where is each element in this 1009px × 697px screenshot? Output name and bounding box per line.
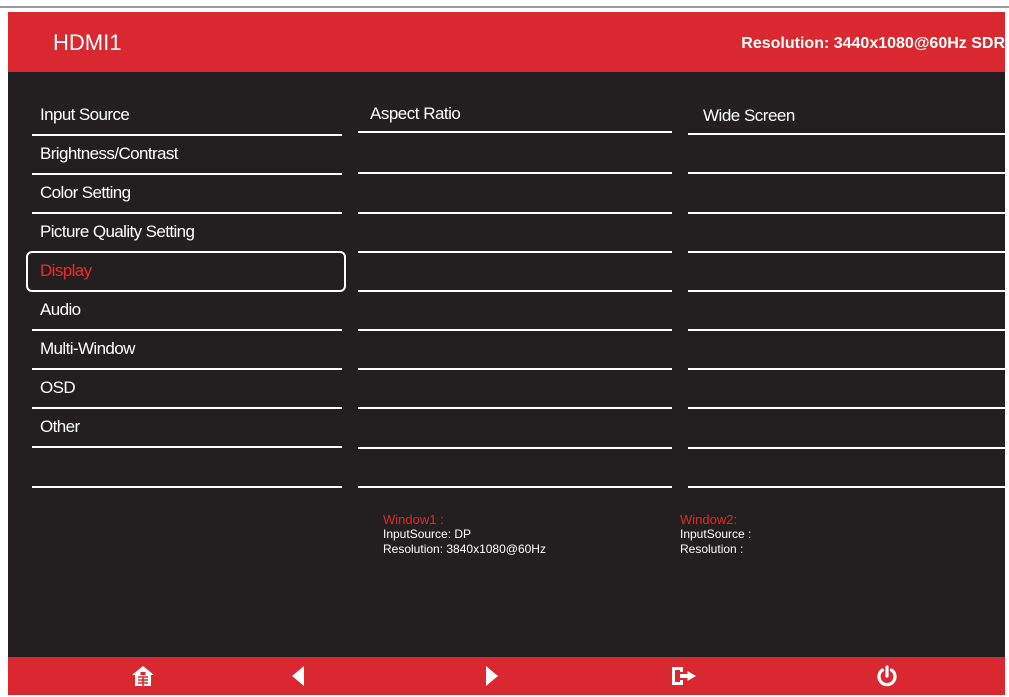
- option-wide-screen[interactable]: Wide Screen: [688, 96, 1005, 135]
- option-row-divider: [688, 407, 1005, 409]
- exit-icon: [672, 667, 696, 685]
- window1-resolution: Resolution: 3840x1080@60Hz: [383, 542, 546, 556]
- submenu-row-divider: [358, 407, 672, 409]
- submenu-row-divider: [358, 329, 672, 331]
- option-row-divider: [688, 290, 1005, 292]
- osd-footer: [8, 657, 1005, 695]
- option-row-divider: [688, 368, 1005, 370]
- top-rule: [0, 6, 1009, 8]
- option-row-divider: [688, 329, 1005, 331]
- submenu-row-divider: [358, 251, 672, 253]
- osd-header: HDMI1 Resolution: 3440x1080@60Hz SDR: [8, 12, 1005, 72]
- menu-item-multi-window[interactable]: Multi-Window: [32, 331, 342, 370]
- power-icon: [877, 665, 897, 687]
- submenu-row-divider: [358, 447, 672, 449]
- window2-input-source: InputSource :: [680, 527, 752, 541]
- window2-title: Window2:: [680, 512, 738, 527]
- window2-info: Window2: InputSource : Resolution :: [680, 512, 751, 557]
- current-resolution: Resolution: 3440x1080@60Hz SDR: [741, 35, 1005, 52]
- submenu-row-divider: [358, 368, 672, 370]
- right-button[interactable]: [477, 661, 507, 691]
- submenu-row-divider: [358, 172, 672, 174]
- window1-input-source: InputSource: DP: [383, 527, 472, 541]
- home-button[interactable]: [128, 661, 158, 691]
- submenu-item-aspect-ratio[interactable]: Aspect Ratio: [358, 94, 672, 133]
- exit-button[interactable]: [668, 661, 698, 691]
- menu-item-brightness-contrast[interactable]: Brightness/Contrast: [32, 136, 342, 175]
- submenu-row-divider: [358, 486, 672, 488]
- menu-item-other[interactable]: Other: [32, 409, 342, 448]
- menu-item-osd[interactable]: OSD: [32, 370, 342, 409]
- window1-title: Window1 :: [383, 512, 444, 527]
- window1-info: Window1 : InputSource: DP Resolution: 38…: [383, 512, 546, 557]
- option-row-divider: [688, 172, 1005, 174]
- submenu-row-divider: [358, 290, 672, 292]
- menu-item-picture-quality-setting[interactable]: Picture Quality Setting: [32, 214, 342, 253]
- option-row-divider: [688, 486, 1005, 488]
- menu-item-display[interactable]: Display: [26, 251, 346, 292]
- right-arrow-icon: [486, 666, 498, 686]
- left-arrow-icon: [292, 666, 304, 686]
- left-button[interactable]: [283, 661, 313, 691]
- option-row-divider: [688, 251, 1005, 253]
- window2-resolution: Resolution :: [680, 542, 744, 556]
- home-icon: [132, 666, 154, 686]
- power-button[interactable]: [872, 661, 902, 691]
- current-input-source: HDMI1: [53, 30, 122, 55]
- menu-item-audio[interactable]: Audio: [32, 292, 342, 331]
- menu-empty-row: [32, 486, 342, 488]
- option-row-divider: [688, 212, 1005, 214]
- menu-item-color-setting[interactable]: Color Setting: [32, 175, 342, 214]
- submenu-row-divider: [358, 212, 672, 214]
- option-row-divider: [688, 447, 1005, 449]
- menu-item-input-source[interactable]: Input Source: [32, 97, 342, 136]
- osd-menu: HDMI1 Resolution: 3440x1080@60Hz SDR Inp…: [8, 12, 1005, 695]
